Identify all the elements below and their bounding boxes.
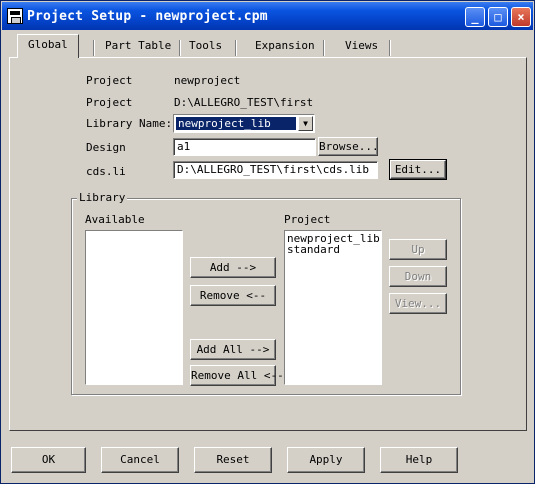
tab-expansion[interactable]: Expansion [249, 36, 321, 58]
tab-tools[interactable]: Tools [183, 36, 228, 58]
list-item[interactable]: standard [287, 244, 379, 255]
tab-separator [323, 40, 325, 56]
design-field[interactable]: a1 [173, 138, 316, 156]
tab-global[interactable]: Global [17, 34, 79, 58]
cancel-button[interactable]: Cancel [101, 447, 179, 473]
available-label: Available [85, 213, 145, 226]
maximize-button[interactable]: □ [488, 7, 508, 27]
tab-part-table[interactable]: Part Table [99, 36, 177, 58]
tab-separator [93, 40, 95, 56]
project-libs-label: Project [284, 213, 331, 226]
project-listbox[interactable]: newproject_lib standard [284, 230, 382, 385]
apply-button[interactable]: Apply [287, 447, 365, 473]
design-label: Design [86, 141, 126, 154]
title-bar[interactable]: Project Setup - newproject.cpm _ □ × [2, 2, 533, 30]
close-button[interactable]: × [511, 7, 531, 27]
library-name-selected: newproject_lib [175, 116, 297, 131]
window-title: Project Setup - newproject.cpm [27, 9, 268, 24]
project-name-label: Project [86, 74, 133, 87]
help-button[interactable]: Help [380, 447, 458, 473]
ok-button[interactable]: OK [11, 447, 86, 473]
project-setup-window: Project Setup - newproject.cpm _ □ × Glo… [0, 0, 535, 484]
project-dir-value: D:\ALLEGRO_TEST\first [174, 96, 314, 109]
reset-button[interactable]: Reset [194, 447, 272, 473]
chevron-down-icon[interactable]: ▼ [298, 116, 313, 131]
cdslib-label: cds.li [86, 165, 126, 178]
edit-button[interactable]: Edit... [389, 159, 447, 180]
project-name-value: newproject [174, 74, 241, 87]
tab-separator [235, 40, 237, 56]
remove-button[interactable]: Remove <-- [190, 285, 276, 306]
available-listbox[interactable] [85, 230, 183, 385]
tab-separator [389, 40, 391, 56]
add-button[interactable]: Add --> [190, 257, 276, 278]
down-button[interactable]: Down [389, 266, 447, 287]
cdslib-field[interactable]: D:\ALLEGRO_TEST\first\cds.lib [173, 161, 378, 179]
library-name-label: Library Name: [86, 117, 173, 130]
up-button[interactable]: Up [389, 239, 447, 260]
browse-button[interactable]: Browse... [318, 137, 379, 156]
view-button[interactable]: View... [389, 293, 447, 314]
tab-views[interactable]: Views [339, 36, 384, 58]
remove-all-button[interactable]: Remove All <-- [190, 365, 284, 386]
library-group-label: Library [77, 191, 128, 204]
minimize-button[interactable]: _ [465, 7, 485, 27]
library-name-dropdown[interactable]: newproject_lib ▼ [173, 114, 315, 133]
project-dir-label: Project [86, 96, 133, 109]
app-icon [7, 8, 23, 24]
tab-separator [179, 40, 181, 56]
add-all-button[interactable]: Add All --> [190, 339, 276, 360]
